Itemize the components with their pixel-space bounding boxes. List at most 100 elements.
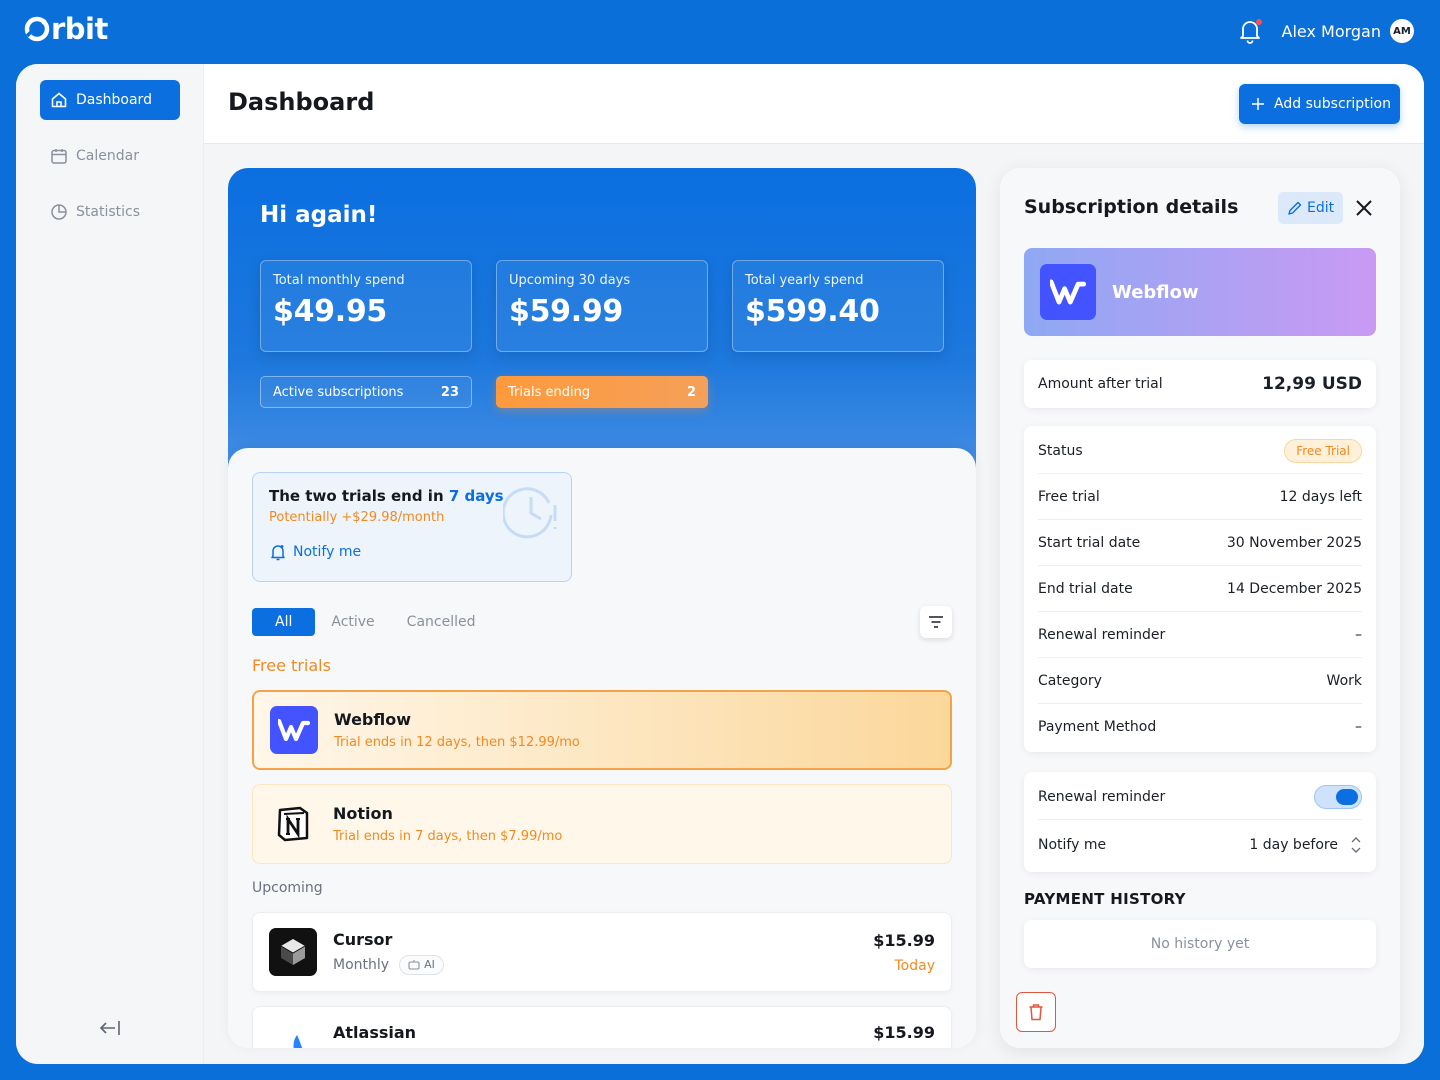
trials-ending-pill[interactable]: Trials ending 2 [496, 376, 708, 408]
active-subscriptions-pill[interactable]: Active subscriptions 23 [260, 376, 472, 408]
webflow-logo-icon [1040, 264, 1096, 320]
robot-icon [408, 960, 420, 970]
amount-value: 12,99 USD [1262, 374, 1362, 394]
free-trial-row: Free trial 12 days left [1038, 474, 1362, 520]
add-subscription-label: Add subscription [1274, 96, 1391, 112]
orbit-logo[interactable]: rbit [24, 12, 108, 46]
chip-label: AI [424, 958, 435, 971]
sidebar-item-label: Statistics [76, 204, 140, 220]
page-title: Dashboard [228, 88, 375, 116]
subscription-name: Atlassian [333, 1023, 417, 1042]
user-area: Alex Morgan AM [1238, 18, 1414, 44]
row-label: End trial date [1038, 580, 1133, 597]
tab-all[interactable]: All [252, 608, 316, 636]
app-shell: Dashboard Calendar Statistics Dashboard … [16, 64, 1424, 1064]
clock-alert-icon [503, 487, 557, 539]
notify-me-link[interactable]: Notify me [269, 543, 361, 561]
subscription-info: Notion Trial ends in 7 days, then $7.99/… [333, 804, 935, 844]
subscription-name: Webflow [334, 710, 412, 729]
subscription-details-panel: Subscription details Edit Webflow Amount… [1000, 168, 1400, 1048]
row-label: Status [1038, 442, 1083, 459]
start-date-row: Start trial date 30 November 2025 [1038, 520, 1362, 566]
notify-select[interactable]: 1 day before [1249, 836, 1362, 854]
status-row: Status Free Trial [1038, 428, 1362, 474]
pill-count: 23 [440, 384, 459, 400]
free-trials-heading: Free trials [252, 656, 331, 675]
subscription-due: Today [894, 957, 936, 974]
category-row: Category Work [1038, 658, 1362, 704]
subscription-price: $15.99 [873, 1023, 935, 1042]
row-label: Start trial date [1038, 534, 1141, 551]
collapse-sidebar-button[interactable] [98, 1018, 122, 1042]
row-label: Payment Method [1038, 719, 1157, 735]
subscription-card-atlassian[interactable]: Atlassian $15.99 [252, 1006, 952, 1048]
avatar[interactable]: AM [1390, 19, 1414, 43]
category-chip: AI [399, 954, 444, 975]
row-label: Renewal reminder [1038, 626, 1166, 643]
sidebar-item-statistics[interactable]: Statistics [40, 192, 180, 232]
filter-button[interactable] [920, 606, 952, 638]
amount-row: Amount after trial 12,99 USD [1038, 360, 1362, 408]
details-title: Subscription details [1024, 196, 1239, 218]
billing-cycle: Monthly [333, 956, 390, 973]
home-icon [51, 92, 67, 108]
status-badge: Free Trial [1284, 438, 1362, 463]
user-name[interactable]: Alex Morgan [1282, 22, 1382, 41]
subscription-card-notion[interactable]: Notion Trial ends in 7 days, then $7.99/… [252, 784, 952, 864]
row-label: Notify me [1038, 837, 1107, 853]
edit-label: Edit [1307, 200, 1335, 216]
pill-label: Active subscriptions [273, 384, 404, 400]
pill-count: 2 [686, 384, 696, 400]
subscription-price: $15.99 [873, 930, 935, 950]
subscription-info: Atlassian [333, 1023, 873, 1042]
row-value: – [1355, 626, 1362, 643]
row-value: Work [1326, 672, 1362, 689]
stat-card-yearly: Total yearly spend $599.40 [732, 260, 944, 352]
add-subscription-button[interactable]: Add subscription [1239, 84, 1400, 124]
payment-method-row: Payment Method – [1038, 704, 1362, 750]
webflow-logo-icon [270, 706, 318, 754]
subscription-card-cursor[interactable]: Cursor Monthly AI $15.99 Today [252, 912, 952, 992]
subscription-info: Webflow Trial ends in 12 days, then $12.… [334, 710, 934, 750]
trash-icon [1029, 1004, 1043, 1021]
close-button[interactable] [1354, 198, 1374, 222]
summary-hero: Hi again! Total monthly spend $49.95 Upc… [228, 168, 976, 488]
notifications-bell-icon[interactable] [1238, 18, 1264, 44]
collapse-left-icon [99, 1021, 120, 1035]
row-label: Category [1038, 672, 1102, 689]
row-label: Renewal reminder [1038, 788, 1166, 805]
notify-me-label: Notify me [293, 544, 362, 560]
payment-history-empty: No history yet [1024, 920, 1376, 968]
row-value: 14 December 2025 [1227, 580, 1362, 597]
brand-name: Webflow [1112, 281, 1199, 303]
sidebar-item-dashboard[interactable]: Dashboard [40, 80, 180, 120]
logo-text: rbit [51, 12, 108, 46]
subscription-meta: Monthly AI [333, 954, 873, 975]
stat-value: $599.40 [745, 294, 880, 329]
subscription-price-block: $15.99 [873, 1023, 935, 1042]
row-label: Amount after trial [1038, 376, 1163, 392]
row-value: – [1355, 719, 1362, 735]
stat-card-monthly: Total monthly spend $49.95 [260, 260, 472, 352]
delete-button[interactable] [1016, 992, 1056, 1032]
stat-value: $59.99 [509, 294, 623, 329]
chevron-up-down-icon [1351, 837, 1361, 853]
stat-label: Total yearly spend [745, 273, 864, 288]
renewal-reminder-toggle[interactable] [1314, 784, 1362, 809]
subscription-card-webflow[interactable]: Webflow Trial ends in 12 days, then $12.… [252, 690, 952, 770]
notify-value: 1 day before [1249, 837, 1338, 853]
tab-active[interactable]: Active [315, 608, 390, 636]
atlassian-logo-icon [269, 1023, 317, 1048]
tab-cancelled[interactable]: Cancelled [391, 608, 492, 636]
sidebar-item-calendar[interactable]: Calendar [40, 136, 180, 176]
amount-card: Amount after trial 12,99 USD [1024, 360, 1376, 408]
filter-tabs: All Active Cancelled [252, 608, 492, 636]
trial-alert-text: The two trials end in [269, 487, 449, 505]
subscription-price-block: $15.99 Today [873, 931, 935, 974]
upcoming-heading: Upcoming [252, 880, 323, 896]
page-header: Dashboard Add subscription [204, 64, 1424, 144]
edit-button[interactable]: Edit [1278, 192, 1344, 224]
pencil-icon [1288, 201, 1302, 215]
filter-lines-icon [929, 616, 943, 628]
subscription-info: Cursor Monthly AI [333, 930, 873, 975]
